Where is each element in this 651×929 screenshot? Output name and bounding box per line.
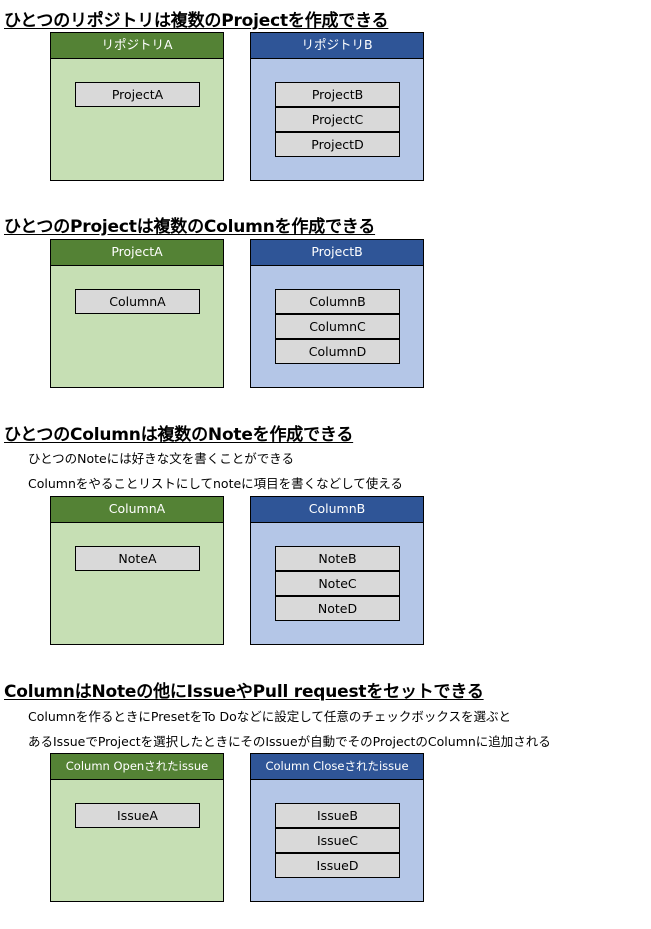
left-box: リポジトリA ProjectA	[50, 32, 224, 181]
item-box: ProjectC	[275, 107, 400, 132]
box-header: Column Closeされたissue	[251, 754, 423, 780]
item-box: NoteA	[75, 546, 200, 571]
item-box: NoteB	[275, 546, 400, 571]
right-box: Column Closeされたissue IssueB IssueC Issue…	[250, 753, 424, 902]
right-box: リポジトリB ProjectB ProjectC ProjectD	[250, 32, 424, 181]
section-title: ひとつのColumnは複数のNoteを作成できる	[4, 425, 354, 445]
left-box: ProjectA ColumnA	[50, 239, 224, 388]
left-box: Column Openされたissue IssueA	[50, 753, 224, 902]
item-box: ColumnD	[275, 339, 400, 364]
section-note: ひとつのNoteには好きな文を書くことができる	[28, 451, 294, 466]
right-box: ProjectB ColumnB ColumnC ColumnD	[250, 239, 424, 388]
item-box: IssueA	[75, 803, 200, 828]
item-box: ProjectD	[275, 132, 400, 157]
box-header: ProjectA	[51, 240, 223, 266]
right-box: ColumnB NoteB NoteC NoteD	[250, 496, 424, 645]
box-header: Column Openされたissue	[51, 754, 223, 780]
item-box: NoteD	[275, 596, 400, 621]
item-box: ProjectA	[75, 82, 200, 107]
section-note: Columnをやることリストにしてnoteに項目を書くなどして使える	[28, 476, 403, 491]
section-title: ひとつのProjectは複数のColumnを作成できる	[4, 217, 376, 237]
section-note: あるIssueでProjectを選択したときにそのIssueが自動でそのProj…	[28, 734, 551, 749]
section-1: ひとつのリポジトリは複数のProjectを作成できる リポジトリA Projec…	[0, 0, 651, 190]
section-title: ColumnはNoteの他にIssueやPull requestをセットできる	[4, 682, 484, 702]
box-header: ProjectB	[251, 240, 423, 266]
box-header: ColumnB	[251, 497, 423, 523]
item-box: ProjectB	[275, 82, 400, 107]
section-note: Columnを作るときにPresetをTo Doなどに設定して任意のチェックボッ…	[28, 709, 512, 724]
section-title: ひとつのリポジトリは複数のProjectを作成できる	[4, 11, 389, 31]
item-box: IssueD	[275, 853, 400, 878]
item-box: ColumnC	[275, 314, 400, 339]
box-header: リポジトリA	[51, 33, 223, 59]
item-box: ColumnA	[75, 289, 200, 314]
item-box: ColumnB	[275, 289, 400, 314]
box-header: ColumnA	[51, 497, 223, 523]
item-box: NoteC	[275, 571, 400, 596]
section-4: ColumnはNoteの他にIssueやPull requestをセットできる …	[0, 0, 651, 902]
item-box: IssueB	[275, 803, 400, 828]
left-box: ColumnA NoteA	[50, 496, 224, 645]
item-box: IssueC	[275, 828, 400, 853]
box-header: リポジトリB	[251, 33, 423, 59]
